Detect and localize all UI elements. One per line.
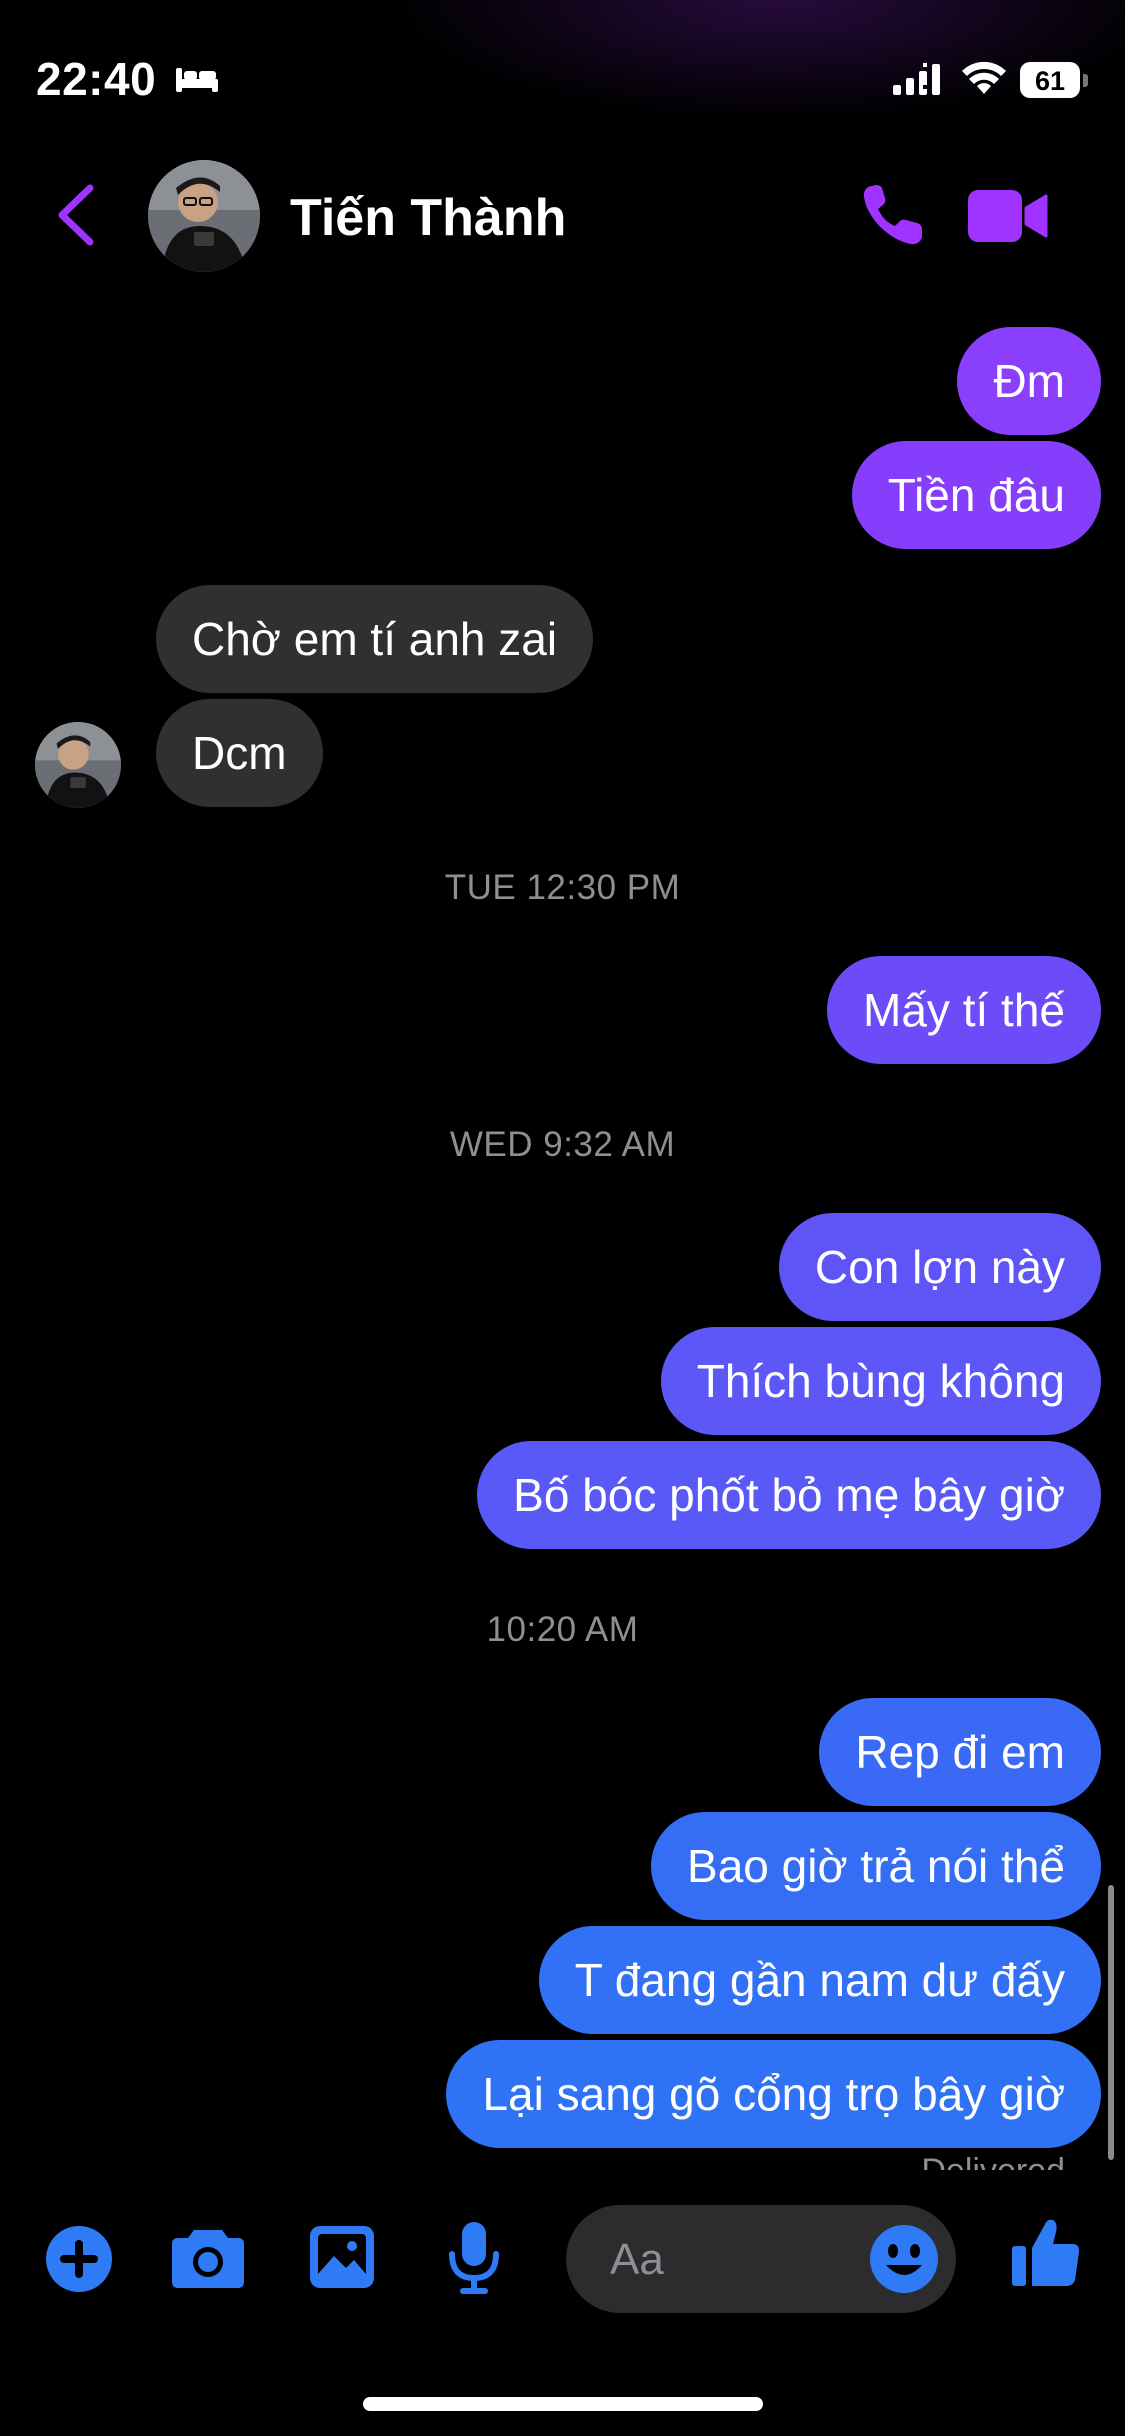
video-camera-icon[interactable] (966, 186, 1050, 251)
status-time: 22:40 (36, 53, 157, 105)
delivered-status: Delivered (921, 2152, 1065, 2170)
timestamp: TUE 12:30 PM (444, 868, 681, 907)
microphone-icon[interactable] (446, 2220, 502, 2301)
message-bubble-outgoing[interactable]: Mấy tí thế (827, 956, 1101, 1064)
battery-level: 61 (1034, 66, 1066, 96)
plus-icon[interactable] (44, 2224, 114, 2299)
message-bubble-outgoing[interactable]: Bao giờ trả nói thể (651, 1812, 1101, 1920)
back-icon[interactable] (52, 180, 102, 250)
wifi-icon (960, 58, 1008, 103)
message-bubble-outgoing[interactable]: T đang gần nam dư đấy (538, 1926, 1101, 2034)
message-bubble-outgoing[interactable]: Thích bùng không (660, 1327, 1101, 1435)
message-bubble-outgoing[interactable]: Rep đi em (819, 1698, 1101, 1806)
message-bubble-incoming[interactable]: Chờ em tí anh zai (156, 585, 594, 693)
timestamp: WED 9:32 AM (449, 1125, 676, 1164)
bed-icon (174, 64, 220, 99)
message-bubble-outgoing[interactable]: Con lợn này (778, 1213, 1101, 1321)
composer-bar: Aa (0, 2170, 1125, 2350)
message-bubble-incoming[interactable]: Dcm (156, 699, 323, 807)
timestamp: 10:20 AM (486, 1610, 639, 1649)
contact-avatar[interactable] (148, 160, 260, 272)
battery-icon: 61 (1020, 62, 1088, 100)
scrollbar[interactable] (1108, 1885, 1114, 2160)
sender-avatar[interactable] (35, 722, 121, 808)
message-input[interactable]: Aa (566, 2205, 956, 2313)
message-bubble-outgoing[interactable]: Tiền đâu (851, 441, 1101, 549)
message-input-placeholder: Aa (610, 2235, 664, 2284)
image-icon[interactable] (308, 2224, 376, 2295)
message-list[interactable]: Đm Tiền đâu Chờ em tí anh zai Dcm TUE 12… (0, 300, 1125, 2170)
chat-header: Tiến Thành (0, 150, 1125, 300)
message-bubble-outgoing[interactable]: Bố bóc phốt bỏ mẹ bây giờ (477, 1441, 1101, 1549)
home-indicator[interactable] (363, 2397, 763, 2411)
phone-icon[interactable] (858, 180, 928, 255)
signal-icon (893, 63, 943, 102)
emoji-icon[interactable] (868, 2223, 940, 2300)
message-bubble-outgoing[interactable]: Lại sang gõ cổng trọ bây giờ (446, 2040, 1101, 2148)
camera-icon[interactable] (170, 2224, 246, 2295)
contact-name[interactable]: Tiến Thành (290, 188, 566, 248)
status-bar: 22:40 61 (0, 0, 1125, 150)
message-bubble-outgoing[interactable]: Đm (957, 327, 1101, 435)
thumbs-up-icon[interactable] (1010, 2214, 1082, 2295)
